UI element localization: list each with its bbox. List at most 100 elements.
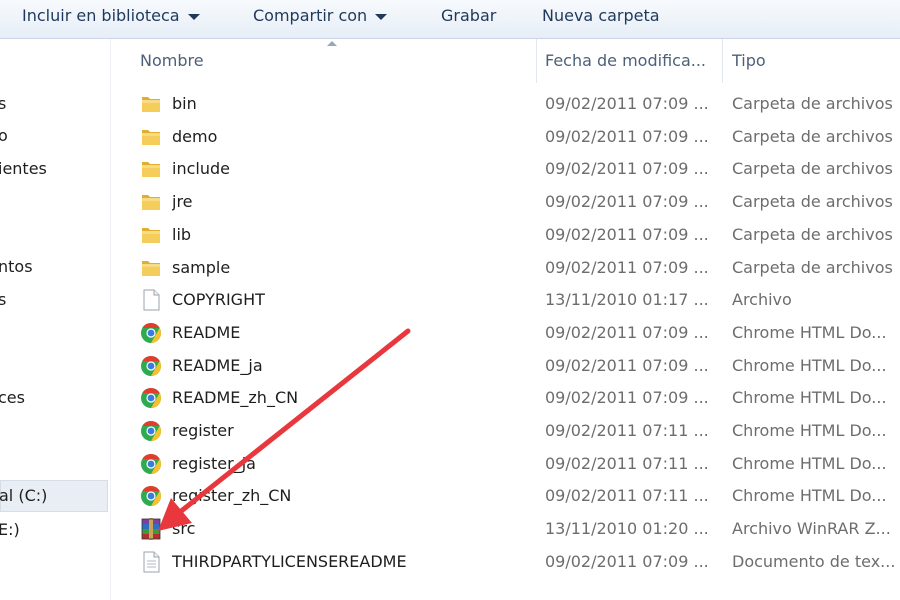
nav-item-drive-e[interactable]: E:) [0,518,20,542]
share-with-label: Compartir con [253,6,368,25]
file-date-modified: 09/02/2011 07:11 ... [545,421,709,440]
column-header-type-label: Tipo [732,51,766,70]
file-row[interactable]: sample 09/02/2011 07:09 ... Carpeta de arc… [111,252,900,284]
column-header-name-label: Nombre [140,51,204,70]
column-header-date[interactable]: Fecha de modifica... [545,39,715,83]
include-in-library-label: Incluir en biblioteca [22,6,180,25]
file-type: Chrome HTML Do... [732,421,887,440]
file-type: Documento de tex... [732,551,896,571]
burn-button[interactable]: Grabar [441,0,496,32]
nav-item-label: ientes [0,159,47,178]
file-type: Carpeta de archivos [732,224,893,244]
file-row[interactable]: THIRDPARTYLICENSEREADME 09/02/2011 07:09 … [111,546,900,578]
nav-item-2[interactable]: o [0,124,8,148]
nav-item-5[interactable]: s [0,288,6,312]
file-row[interactable]: register 09/02/2011 07:11 ... Chrome HTML … [111,415,900,447]
chevron-down-icon [375,13,388,20]
folder-icon [140,252,166,284]
file-type: Chrome HTML Do... [732,388,887,408]
file-name: demo [172,126,218,146]
nav-item-1[interactable]: s [0,92,6,116]
file-name: README_zh_CN [172,388,299,408]
command-bar: Incluir en biblioteca Compartir con Grab… [0,0,900,39]
file-name: THIRDPARTYLICENSEREADME [172,551,407,571]
nav-item-label: ces [0,388,25,407]
nav-item-label: ntos [0,257,33,276]
nav-item-3[interactable]: ientes [0,157,47,181]
include-in-library-button[interactable]: Incluir en biblioteca [22,0,200,32]
column-divider[interactable] [536,39,537,83]
chevron-down-icon [187,13,200,20]
file-type: Chrome HTML Do... [732,322,887,342]
file-date-modified: 09/02/2011 07:09 ... [545,322,709,342]
file-type: Carpeta de archivos [732,192,893,212]
file-date-modified: 09/02/2011 07:09 ... [545,551,709,571]
chrome-icon [140,382,166,414]
new-folder-button[interactable]: Nueva carpeta [542,0,660,32]
file-row[interactable]: jre 09/02/2011 07:09 ... Carpeta de archiv… [111,186,900,218]
chrome-icon [140,480,166,512]
file-type: Chrome HTML Do... [732,453,887,473]
navigation-pane [0,39,111,600]
file-name: bin [172,94,197,113]
nav-item-label: o [0,126,8,145]
file-row[interactable]: include 09/02/2011 07:09 ... Carpeta de ar… [111,153,900,185]
file-type: Chrome HTML Do... [732,486,887,506]
file-type: Chrome HTML Do... [732,355,887,375]
file-date-modified: 09/02/2011 07:11 ... [545,453,709,473]
column-header-name[interactable]: Nombre [140,39,530,83]
file-row[interactable]: register_zh_CN 09/02/2011 07:11 ... Chrome… [111,480,900,512]
file-name: COPYRIGHT [172,290,265,310]
file-type: Carpeta de archivos [732,94,893,113]
file-row[interactable]: demo 09/02/2011 07:09 ... Carpeta de archi… [111,121,900,153]
file-date-modified: 09/02/2011 07:09 ... [545,126,709,146]
file-name: include [172,159,230,179]
file-date-modified: 09/02/2011 07:09 ... [545,224,709,244]
nav-item-label: s [0,290,7,309]
folder-icon [140,121,166,153]
folder-icon [140,88,166,120]
winrar-archive-icon [140,513,166,545]
file-name: README [172,322,241,342]
nav-item-label: s [0,94,7,113]
file-name: src [172,519,196,539]
nav-item-4[interactable]: ntos [0,255,33,279]
text-document-icon [140,546,166,578]
file-name: lib [172,224,192,244]
column-divider[interactable] [722,39,723,83]
file-date-modified: 09/02/2011 07:09 ... [545,94,709,113]
nav-item-label: E:) [0,520,20,539]
nav-item-6[interactable]: ces [0,386,25,410]
column-header-date-label: Fecha de modifica... [545,51,706,70]
file-date-modified: 09/02/2011 07:11 ... [545,486,709,506]
file-name: sample [172,257,231,277]
file-row[interactable]: register_ja 09/02/2011 07:11 ... Chrome HT… [111,448,900,480]
folder-icon [140,153,166,185]
file-type: Archivo [732,290,792,310]
file-row[interactable]: README_zh_CN 09/02/2011 07:09 ... Chrome H… [111,382,900,414]
chrome-icon [140,350,166,382]
file-name: README_ja [172,355,263,375]
chrome-icon [140,448,166,480]
file-date-modified: 09/02/2011 07:09 ... [545,257,709,277]
file-date-modified: 09/02/2011 07:09 ... [545,159,709,179]
blank-file-icon [140,284,166,316]
file-row[interactable]: src 13/11/2010 01:20 ... Archivo WinRAR Z.… [111,513,900,545]
file-date-modified: 13/11/2010 01:17 ... [545,290,709,310]
column-header-type[interactable]: Tipo [732,39,892,83]
share-with-button[interactable]: Compartir con [253,0,388,32]
file-row[interactable]: bin 09/02/2011 07:09 ... Carpeta de archiv… [111,88,900,120]
burn-label: Grabar [441,6,497,25]
file-type: Carpeta de archivos [732,126,893,146]
file-row[interactable]: COPYRIGHT 13/11/2010 01:17 ... Archivo [111,284,900,316]
file-date-modified: 09/02/2011 07:09 ... [545,355,709,375]
file-row[interactable]: README 09/02/2011 07:09 ... Chrome HTML Do… [111,317,900,349]
chrome-icon [140,317,166,349]
file-date-modified: 09/02/2011 07:09 ... [545,192,709,212]
file-row[interactable]: lib 09/02/2011 07:09 ... Carpeta de archiv… [111,219,900,251]
file-date-modified: 09/02/2011 07:09 ... [545,388,709,408]
file-row[interactable]: README_ja 09/02/2011 07:09 ... Chrome HTML… [111,350,900,382]
file-type: Carpeta de archivos [732,159,893,179]
nav-item-local-disk-c[interactable]: al (C:) [0,480,108,512]
file-name: register_zh_CN [172,486,292,506]
